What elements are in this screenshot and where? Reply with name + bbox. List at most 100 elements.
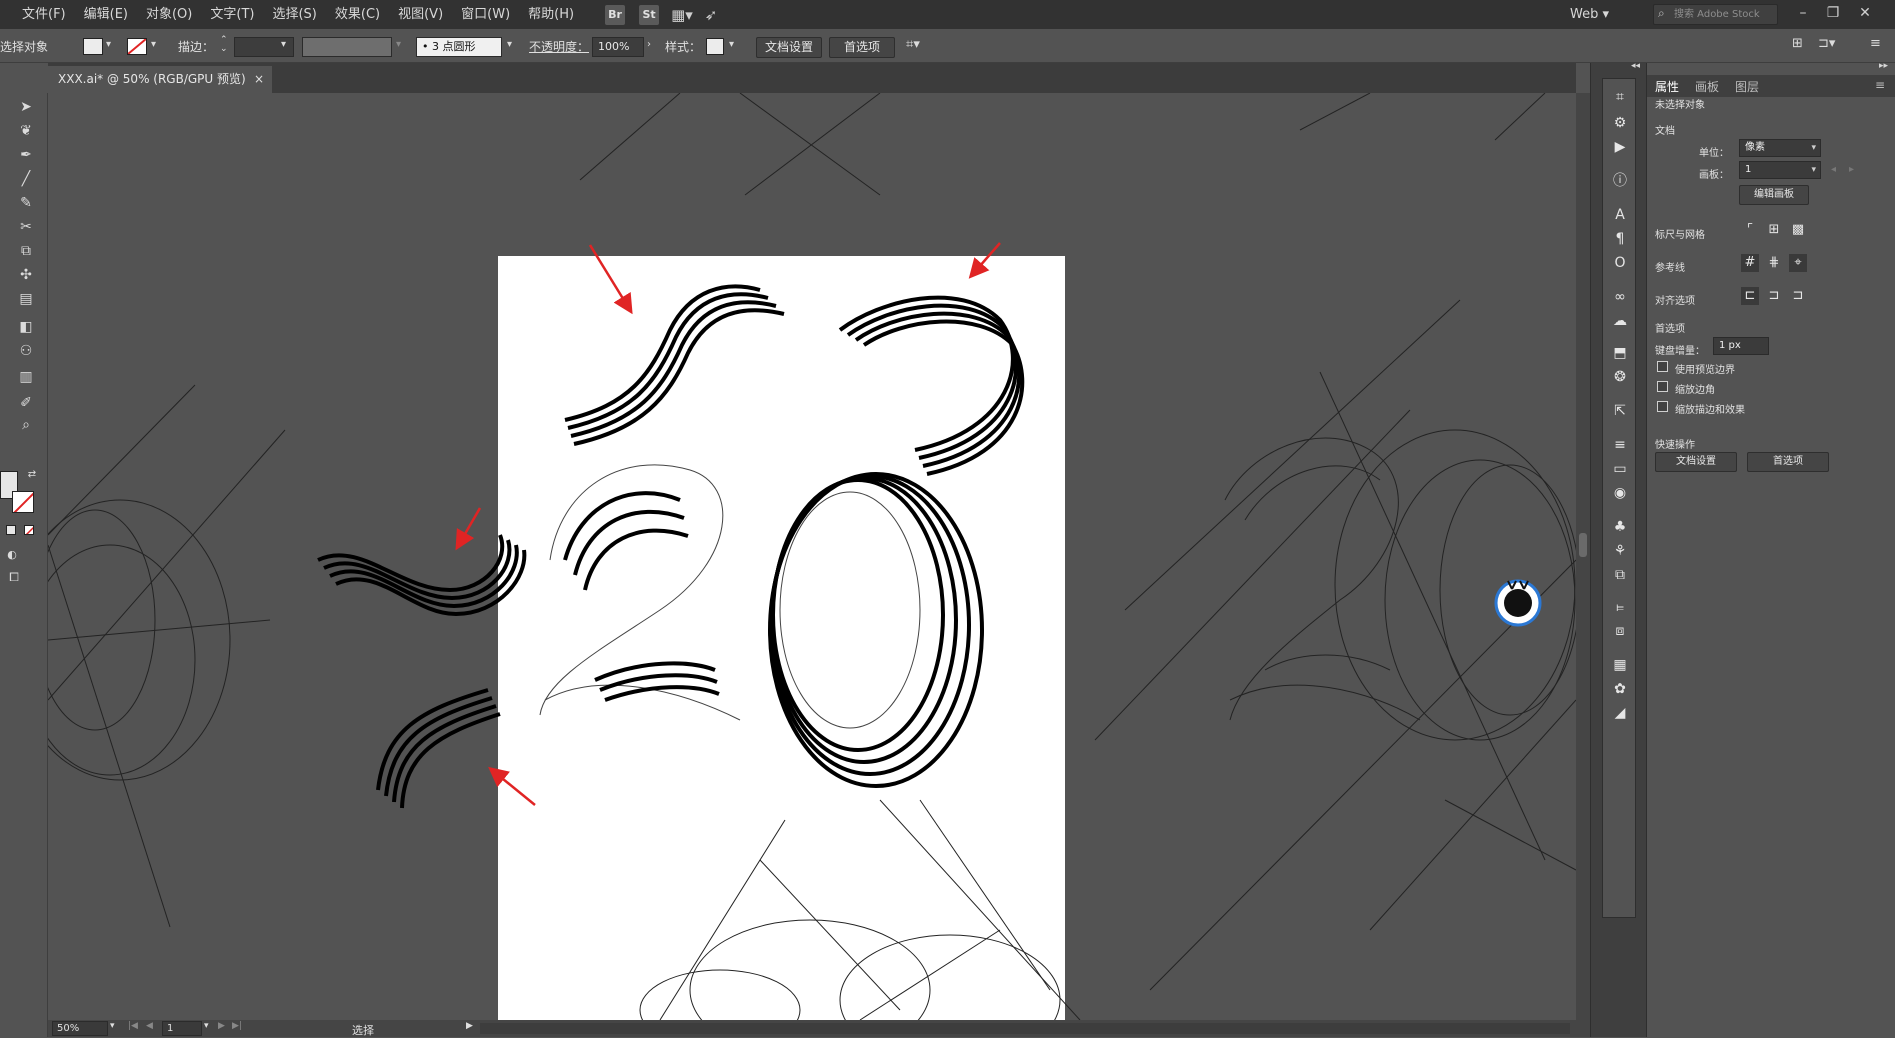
none-mode-icon[interactable] xyxy=(24,525,34,535)
links-panel-icon[interactable]: ∞ xyxy=(1610,287,1630,307)
scale-corners-checkbox[interactable] xyxy=(1657,381,1668,392)
menu-file[interactable]: 文件(F) xyxy=(0,0,75,29)
canvas-area[interactable] xyxy=(48,93,1576,1020)
draw-mode-icon[interactable]: ◐ xyxy=(2,545,22,565)
next-artboard-arrow-icon[interactable]: ▸ xyxy=(1849,164,1854,175)
symbols-panel-icon[interactable]: ♣ xyxy=(1610,517,1630,537)
edit-artboards-button[interactable]: 编辑画板 xyxy=(1739,185,1809,205)
stroke-dropdown-icon[interactable]: ▾ xyxy=(151,39,156,50)
zoom-dropdown-icon[interactable]: ▾ xyxy=(110,1021,115,1031)
variable-width-profile[interactable] xyxy=(302,37,392,57)
close-icon[interactable]: ✕ xyxy=(1850,0,1880,29)
stock-search-input[interactable]: ⌕ 搜索 Adobe Stock xyxy=(1653,4,1778,25)
tab-close-icon[interactable]: × xyxy=(254,66,264,93)
menu-help[interactable]: 帮助(H) xyxy=(519,0,583,29)
menu-effect[interactable]: 效果(C) xyxy=(326,0,389,29)
artboard-dropdown-icon[interactable]: ▾ xyxy=(204,1021,209,1031)
snap-to-pixel-icon[interactable]: ⊐ xyxy=(1789,287,1807,305)
transparency-panel-icon[interactable]: ◉ xyxy=(1610,483,1630,503)
show-guides-icon[interactable]: # xyxy=(1741,254,1759,272)
arrange-documents-icon[interactable]: ▦▾ xyxy=(671,6,693,24)
vertical-scrollbar[interactable] xyxy=(1576,93,1590,1020)
prev-artboard-icon[interactable]: ◀ xyxy=(146,1021,153,1031)
line-tool-icon[interactable]: ╱ xyxy=(16,169,36,189)
puppet-warp-tool-icon[interactable]: ✣ xyxy=(16,265,36,285)
align-panel-icon-strip[interactable]: ⫢ xyxy=(1610,597,1630,617)
scissors-tool-icon[interactable]: ✂ xyxy=(16,217,36,237)
color-mode-icon[interactable] xyxy=(6,525,16,535)
brush-definition[interactable]: • 3 点圆形 xyxy=(416,37,502,57)
workspace-switcher[interactable]: Web ▾ xyxy=(1570,0,1609,29)
control-menu-icon[interactable]: ≡ xyxy=(1870,36,1881,51)
pen-tool-icon[interactable]: ✒ xyxy=(16,145,36,165)
column-graph-tool-icon[interactable]: ▥ xyxy=(16,367,36,387)
quick-preferences-button[interactable]: 首选项 xyxy=(1747,452,1829,472)
fill-dropdown-icon[interactable]: ▾ xyxy=(106,39,111,50)
preview-bounds-checkbox[interactable] xyxy=(1657,361,1668,372)
keyboard-increment-input[interactable]: 1 px xyxy=(1713,337,1769,355)
brushes-panel-icon[interactable]: ⚘ xyxy=(1610,541,1630,561)
units-select[interactable]: 像素 ▾ xyxy=(1739,139,1821,157)
menu-select[interactable]: 选择(S) xyxy=(263,0,325,29)
menu-type[interactable]: 文字(T) xyxy=(201,0,263,29)
snap-to-grid-icon[interactable]: ⊐ xyxy=(1765,287,1783,305)
asset-export-icon[interactable]: ⬒ xyxy=(1610,343,1630,363)
isolation-icon[interactable]: ⊐▾ xyxy=(1818,36,1835,51)
opacity-arrow-icon[interactable]: › xyxy=(647,39,651,50)
transform-options-icon[interactable]: ⌗▾ xyxy=(906,37,920,52)
document-setup-button[interactable]: 文档设置 xyxy=(756,37,822,58)
paragraph-panel-icon[interactable]: ¶ xyxy=(1610,229,1630,249)
horizontal-scrollbar[interactable] xyxy=(480,1023,1570,1034)
zoom-level-input[interactable]: 50% xyxy=(52,1021,108,1036)
blend-tool-icon[interactable]: ⚇ xyxy=(16,341,36,361)
scale-strokes-checkbox[interactable] xyxy=(1657,401,1668,412)
expand-panel-icon[interactable]: ▸▸ xyxy=(1879,61,1888,71)
scale-tool-icon[interactable]: ⧉ xyxy=(16,241,36,261)
stroke-stepper-icon[interactable]: ⌃ ⌄ xyxy=(220,36,228,54)
style-dropdown-icon[interactable]: ▾ xyxy=(729,39,734,50)
screen-mode-icon[interactable]: ⧠ xyxy=(4,567,24,587)
grid-icon[interactable]: ⊞ xyxy=(1765,221,1783,239)
menu-object[interactable]: 对象(O) xyxy=(137,0,201,29)
next-artboard-icon[interactable]: ▶ xyxy=(218,1021,225,1031)
first-artboard-icon[interactable]: |◀ xyxy=(128,1021,138,1031)
gradient-panel-icon[interactable]: ▭ xyxy=(1610,459,1630,479)
color-guide-icon[interactable]: ✿ xyxy=(1610,679,1630,699)
stroke-swatch[interactable] xyxy=(127,38,147,55)
quick-document-setup-button[interactable]: 文档设置 xyxy=(1655,452,1737,472)
fill-swatch[interactable] xyxy=(83,38,103,55)
transparency-grid-icon[interactable]: ▩ xyxy=(1789,221,1807,239)
last-artboard-icon[interactable]: ▶| xyxy=(232,1021,242,1031)
menu-view[interactable]: 视图(V) xyxy=(389,0,452,29)
restore-icon[interactable]: ❐ xyxy=(1818,0,1848,29)
stroke-panel-icon[interactable]: ≡ xyxy=(1610,435,1630,455)
snap-to-point-icon[interactable]: ⊏ xyxy=(1741,287,1759,305)
play-actions-icon[interactable]: ▶ xyxy=(1610,137,1630,157)
tab-layers[interactable]: 图层 xyxy=(1735,78,1759,95)
lock-guides-icon[interactable]: ⋕ xyxy=(1765,254,1783,272)
prev-artboard-arrow-icon[interactable]: ◂ xyxy=(1831,164,1836,175)
menu-edit[interactable]: 编辑(E) xyxy=(75,0,137,29)
info-icon[interactable]: ⓘ xyxy=(1610,171,1630,191)
character-panel-icon[interactable]: A xyxy=(1610,205,1630,225)
perspective-grid-icon[interactable]: ▤ xyxy=(16,289,36,309)
opacity-label[interactable]: 不透明度： xyxy=(529,38,589,55)
stroke-color-box[interactable] xyxy=(12,491,34,513)
collapse-panel-icon[interactable]: ◂◂ xyxy=(1631,61,1640,71)
preferences-button[interactable]: 首选项 xyxy=(829,37,895,58)
artboards-panel-icon[interactable]: ⌗ xyxy=(1610,87,1630,107)
minimize-icon[interactable]: – xyxy=(1788,0,1818,29)
selection-tool-icon[interactable]: ➤ xyxy=(16,97,36,117)
style-swatch[interactable] xyxy=(706,38,724,55)
swap-colors-icon[interactable]: ⇄ xyxy=(22,465,42,485)
image-trace-icon[interactable]: ❂ xyxy=(1610,367,1630,387)
profile-dropdown-icon[interactable]: ▾ xyxy=(396,39,401,50)
align-panel-icon[interactable]: ⊞ xyxy=(1792,36,1803,51)
graphic-styles-icon[interactable]: ⧉ xyxy=(1610,565,1630,585)
tab-artboards[interactable]: 画板 xyxy=(1695,78,1719,95)
tab-properties[interactable]: 属性 xyxy=(1655,78,1679,95)
appearance-panel-icon[interactable]: ◢ xyxy=(1610,703,1630,723)
panel-menu-icon[interactable]: ≡ xyxy=(1875,78,1885,92)
stroke-weight-dropdown-icon[interactable]: ▾ xyxy=(281,39,286,50)
opentype-panel-icon[interactable]: O xyxy=(1610,253,1630,273)
